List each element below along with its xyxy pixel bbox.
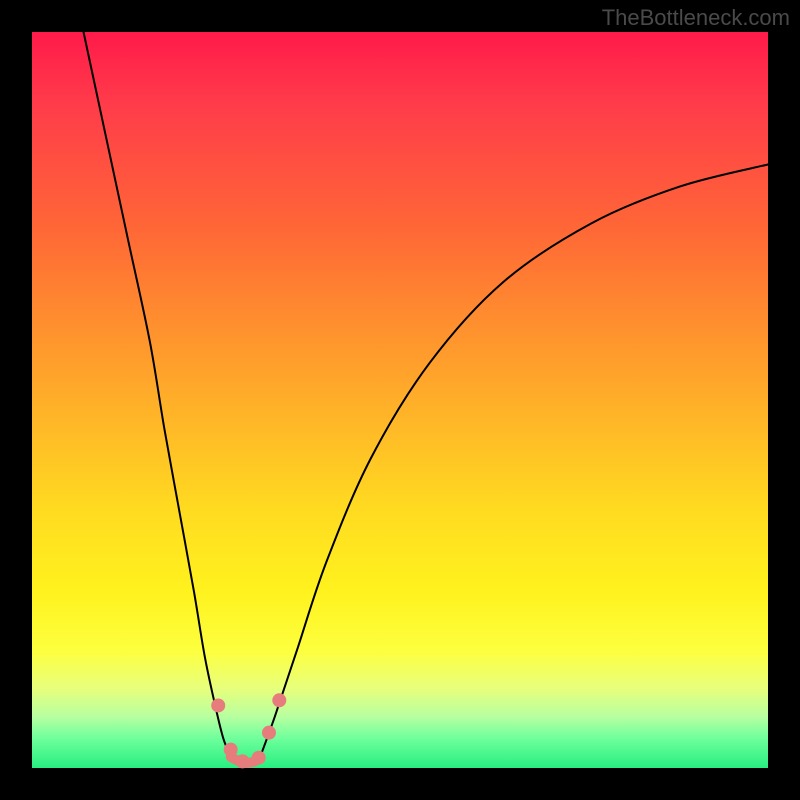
curve-left-branch <box>84 32 231 757</box>
marker-left_lower <box>224 743 238 757</box>
plot-area <box>32 32 768 768</box>
watermark-text: TheBottleneck.com <box>602 5 790 31</box>
curve-right-branch <box>260 164 768 756</box>
marker-group <box>211 693 286 768</box>
chart-container: TheBottleneck.com <box>0 0 800 800</box>
marker-floor_right <box>252 751 266 765</box>
marker-floor_left <box>235 754 249 768</box>
marker-right_upper <box>272 693 286 707</box>
marker-right_lower <box>262 726 276 740</box>
curve-svg <box>32 32 768 768</box>
marker-left_upper <box>211 698 225 712</box>
